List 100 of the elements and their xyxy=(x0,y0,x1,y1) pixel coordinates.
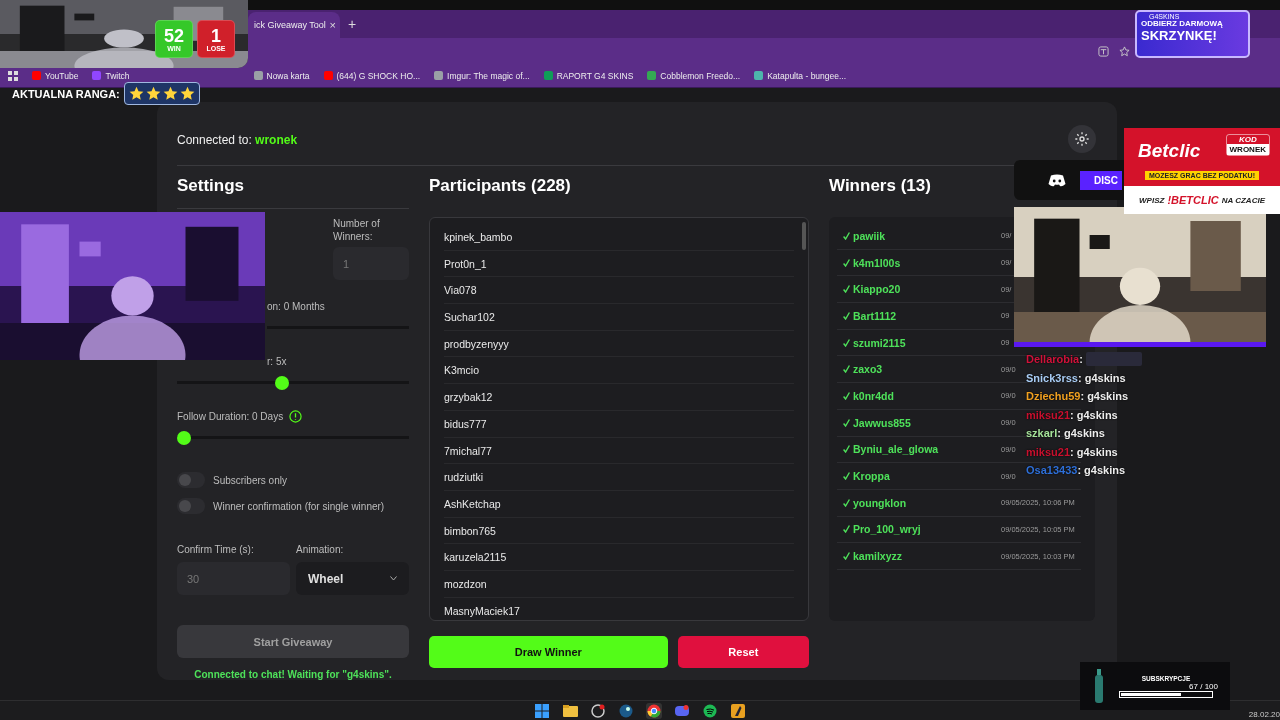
promo-code: WRONEK xyxy=(1226,144,1269,155)
chat-message: : g4skins xyxy=(1070,408,1118,421)
check-icon xyxy=(843,472,850,481)
participant-name: MasnyMaciek17 xyxy=(444,597,794,620)
participant-name: Via078 xyxy=(444,277,794,305)
chat-message: : g4skins xyxy=(1078,371,1126,384)
check-icon xyxy=(843,285,850,294)
check-icon xyxy=(843,311,850,320)
participant-name: mozdzon xyxy=(444,570,794,598)
participant-name: K3mcio xyxy=(444,357,794,385)
winners-title: Winners (13) xyxy=(829,175,931,197)
wins-count: 52 xyxy=(164,26,184,45)
winner-name: Kroppa xyxy=(853,470,891,483)
bookmark[interactable]: Imgur: The magic of... xyxy=(434,70,530,81)
spotify-icon[interactable] xyxy=(702,702,718,719)
draw-winner-button[interactable]: Draw Winner xyxy=(429,636,668,668)
bookmark[interactable]: (644) G SHOCK HO... xyxy=(323,70,421,81)
bookmark[interactable]: YouTube xyxy=(32,70,79,81)
participant-name: Suchar102 xyxy=(444,304,794,331)
check-icon xyxy=(843,391,850,400)
discord-icon xyxy=(1048,173,1066,187)
slider-label: Follow Duration: 0 Days xyxy=(177,410,284,423)
check-icon xyxy=(843,365,850,374)
translate-icon[interactable] xyxy=(1098,45,1109,57)
winner-name: Byniu_ale_glowa xyxy=(853,443,940,456)
participant-name: rudziutki xyxy=(444,464,794,491)
winner-name: zaxo3 xyxy=(853,363,884,376)
apps-grid-icon[interactable] xyxy=(8,70,18,81)
check-icon xyxy=(843,498,850,507)
tab-close[interactable]: × xyxy=(329,19,336,31)
chat-message: : g4skins xyxy=(1080,390,1129,403)
winner-name: pawiik xyxy=(853,229,887,242)
star-icon xyxy=(179,86,195,101)
toggle-switch[interactable] xyxy=(177,472,205,488)
steam-icon[interactable] xyxy=(618,702,634,719)
chat-message: : g4skins xyxy=(1077,464,1126,477)
participant-name: grzybak12 xyxy=(444,384,794,411)
chevron-down-icon xyxy=(390,576,397,581)
participant-name: 7michal77 xyxy=(444,437,794,465)
bookmark[interactable]: RAPORT G4 SKINS xyxy=(543,70,634,81)
star-icon xyxy=(162,86,178,101)
animation-label: Animation: xyxy=(296,543,345,556)
confirm-time-field[interactable]: 30 xyxy=(177,562,290,595)
start-icon[interactable] xyxy=(534,702,550,719)
chat-message: : xyxy=(1079,353,1083,366)
settings-icon xyxy=(1074,130,1090,147)
scrollbar-thumb[interactable] xyxy=(802,222,806,250)
settings-button[interactable] xyxy=(1068,124,1096,153)
winner-name: Jawwus855 xyxy=(853,416,912,429)
sub-goal-count: 67 / 100 xyxy=(1189,681,1218,691)
toggle-label: Winner confirmation (for single winner) xyxy=(213,499,385,513)
status-message: Connected to chat! Waiting for "g4skins". xyxy=(193,669,393,680)
bottle-icon xyxy=(1094,669,1104,703)
check-icon xyxy=(843,525,850,534)
taskbar-date: 28.02.20 xyxy=(1248,710,1280,719)
promo-line: ODBIERZ DARMOWĄ xyxy=(1141,20,1224,29)
browser-tab[interactable]: ick Giveaway Tool × xyxy=(248,12,340,38)
participant-name: kpinek_bambo xyxy=(444,224,794,251)
reset-button[interactable]: Reset xyxy=(677,636,809,668)
chrome-icon[interactable] xyxy=(646,702,662,719)
code-label: KOD xyxy=(1238,135,1257,144)
winner-name: kamilxyzz xyxy=(853,550,904,563)
ad-command: !BETCLIC xyxy=(1167,194,1219,206)
connection-label: Connected to: xyxy=(177,132,253,147)
check-icon xyxy=(843,258,850,267)
promo-headline: SKRZYNKĘ! xyxy=(1141,28,1217,43)
toggle-label: Subscribers only xyxy=(213,473,287,487)
game-icon[interactable] xyxy=(730,702,746,719)
star-icon xyxy=(145,86,161,101)
folder-icon[interactable] xyxy=(562,702,578,719)
bookmark[interactable]: Cobblemon Freedo... xyxy=(647,70,741,81)
participant-name: AshKetchap xyxy=(444,490,794,518)
slider-label: r: 5x xyxy=(267,355,287,368)
winner-name: Kiappo20 xyxy=(853,283,902,296)
bookmark[interactable]: Nowa karta xyxy=(253,70,310,81)
winner-name: k4m1l00s xyxy=(853,256,902,269)
check-icon xyxy=(843,338,850,347)
star-icon xyxy=(128,86,144,101)
discord-label: DISC xyxy=(1080,170,1122,190)
winner-name: Pro_100_wryj xyxy=(853,523,922,536)
participant-name: prodbyzenyyy xyxy=(444,330,794,358)
bookmark[interactable]: Twitch xyxy=(92,70,130,81)
animation-select[interactable]: Wheel xyxy=(296,562,409,595)
slider-thumb[interactable] xyxy=(275,376,290,390)
ad-text: NA CZACIE xyxy=(1221,195,1265,205)
emote-icon xyxy=(1085,352,1142,367)
participant-name: karuzela2115 xyxy=(444,544,794,571)
new-tab-button[interactable]: + xyxy=(348,16,357,32)
circle-app-icon[interactable] xyxy=(590,702,606,719)
winner-name: Bart1112 xyxy=(853,309,898,322)
slider-thumb[interactable] xyxy=(177,431,191,445)
discord-icon[interactable] xyxy=(674,702,690,719)
star-icon[interactable] xyxy=(1119,45,1130,57)
winners-count-field[interactable]: 1 xyxy=(333,247,409,280)
confirm-time-label: Confirm Time (s): xyxy=(177,543,255,556)
winner-name: szumi2115 xyxy=(853,336,907,349)
losses-count: 1 xyxy=(211,26,221,45)
bookmark[interactable]: Katapulta - bungee... xyxy=(754,70,847,81)
toggle-switch[interactable] xyxy=(177,498,205,514)
rank-label: AKTUALNA RANGA: xyxy=(12,87,120,100)
